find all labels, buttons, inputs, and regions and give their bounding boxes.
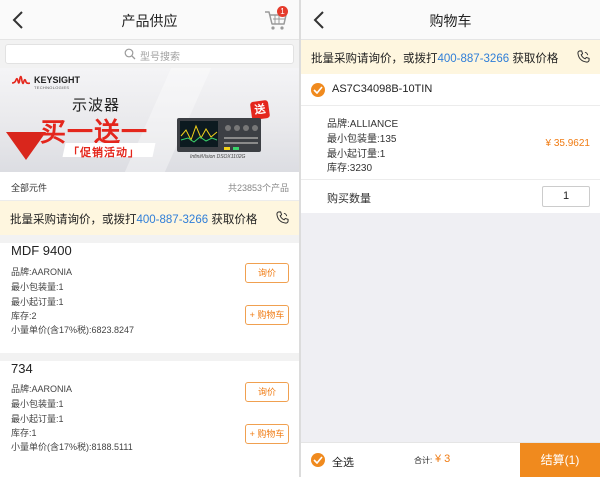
notice-prefix: 批量采购请询价，或拨打 [10,214,137,226]
item-checkbox[interactable] [311,83,325,97]
quantity-label: 购买数量 [327,193,371,205]
cart-button[interactable]: 1 [261,5,291,35]
promo-banner[interactable]: KEYSIGHT TECHNOLOGIES 示波器 买一送一 「促销活动」 送 … [0,68,299,172]
total-label: 合计: [414,456,433,465]
cart-item-part-number[interactable]: AS7C34098B-10TIN [332,83,432,95]
product-name: 734 [11,361,33,376]
add-to-cart-button[interactable]: + 购物车 [245,424,289,444]
product-unit-price: 小量单价(含17%税):6823.8247 [11,325,135,335]
search-icon [124,48,136,60]
product-min-pack: 最小包装量:1 [11,282,64,292]
notice-phone[interactable]: 400-887-3266 [438,53,510,65]
notice-phone[interactable]: 400-887-3266 [137,214,209,226]
product-brand: 品牌:AARONIA [11,267,73,277]
phone-icon[interactable] [276,211,289,224]
inquiry-notice: 批量采购请询价，或拨打400-887-3266 获取价格 [301,40,600,74]
item-min-pack: 最小包装量:135 [327,134,397,145]
cart-item-detail: 品牌:ALLIANCE 最小包装量:135 最小起订量:1 库存:3230 ¥ … [301,106,600,180]
product-stock: 库存:1 [11,428,37,438]
cart-item-header: AS7C34098B-10TIN [301,74,600,106]
item-price: ¥ 35.9621 [545,138,591,149]
notice-text: 批量采购请询价，或拨打400-887-3266 获取价格 [10,211,257,227]
item-brand: 品牌:ALLIANCE [327,119,399,130]
all-components-label[interactable]: 全部元件 [11,181,47,194]
product-unit-price: 小量单价(含17%税):8188.5111 [11,442,133,452]
product-card[interactable]: 734 品牌:AARONIA 最小包装量:1 最小起订量:1 库存:1 小量单价… [0,361,299,477]
search-placeholder: 型号搜索 [140,52,180,63]
select-all-checkbox[interactable] [311,453,325,467]
oscilloscope-image [177,118,261,152]
product-card[interactable]: MDF 9400 品牌:AARONIA 最小包装量:1 最小起订量:1 库存:2… [0,243,299,353]
notice-suffix: 获取价格 [211,214,258,226]
item-stock: 库存:3230 [327,163,373,174]
cart-footer: 全选 合计: ¥ 3 结算(1) [301,442,600,477]
page-title: 产品供应 [121,13,178,29]
product-supply-screen: 产品供应 1 型号搜索 KEYSIGHT TECHNOLOGIES 示波器 买一… [0,0,299,477]
header: 产品供应 1 [0,0,299,40]
phone-icon[interactable] [577,50,590,63]
inquiry-notice: 批量采购请询价，或拨打400-887-3266 获取价格 [0,201,299,235]
total-value: ¥ 3 [435,453,451,465]
search-input[interactable]: 型号搜索 [5,44,294,64]
product-stock: 库存:2 [11,311,37,321]
page-title: 购物车 [429,13,472,29]
notice-prefix: 批量采购请询价，或拨打 [311,53,438,65]
banner-promo-sub: 「促销活动」 [68,147,140,159]
select-all-label[interactable]: 全选 [332,454,354,470]
divider [0,353,299,361]
banner-model: InfiniiVision DSOX1102G [190,154,246,160]
inquiry-button[interactable]: 询价 [245,263,289,283]
product-count: 共23853个产品 [227,183,289,193]
product-min-order: 最小起订量:1 [11,297,64,307]
notice-text: 批量采购请询价，或拨打400-887-3266 获取价格 [311,50,558,66]
shopping-cart-screen: 购物车 批量采购请询价，或拨打400-887-3266 获取价格 AS7C340… [301,0,600,477]
check-circle-icon [313,456,323,464]
checkout-button[interactable]: 结算(1) [520,443,600,477]
product-min-pack: 最小包装量:1 [11,399,64,409]
keysight-wave-icon [12,75,30,85]
check-circle-icon [313,86,323,94]
product-brand: 品牌:AARONIA [11,384,73,394]
product-name: MDF 9400 [11,243,72,258]
inquiry-button[interactable]: 询价 [245,382,289,402]
brand-sub: TECHNOLOGIES [34,85,70,90]
divider [0,235,299,243]
brand-name: KEYSIGHT [34,75,81,85]
list-header: 全部元件 共23853个产品 [0,172,299,201]
search-bar: 型号搜索 [0,40,299,68]
quantity-input[interactable]: 1 [542,186,590,207]
quantity-row: 购买数量 1 [301,180,600,213]
product-min-order: 最小起订量:1 [11,414,64,424]
header: 购物车 [301,0,600,40]
notice-suffix: 获取价格 [512,53,559,65]
item-min-order: 最小起订量:1 [327,149,386,160]
cart-count-badge: 1 [277,6,288,17]
add-to-cart-button[interactable]: + 购物车 [245,305,289,325]
